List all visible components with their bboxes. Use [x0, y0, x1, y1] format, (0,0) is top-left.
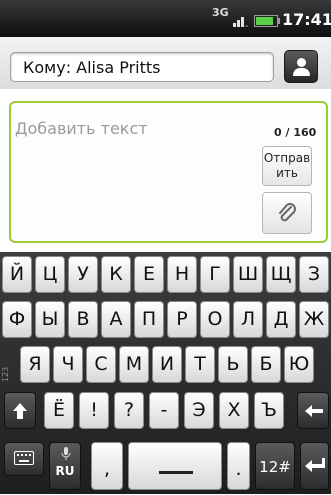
- key-9[interactable]: Щ: [266, 256, 296, 293]
- key-8[interactable]: Ш: [233, 256, 263, 293]
- key-3[interactable]: У: [68, 256, 98, 293]
- key-10[interactable]: Ж: [299, 301, 329, 338]
- key-1[interactable]: Ф: [2, 301, 32, 338]
- keyboard-icon: [14, 451, 34, 465]
- key-1[interactable]: Й: [2, 256, 32, 293]
- space-key[interactable]: [128, 442, 222, 490]
- key-3[interactable]: В: [68, 301, 98, 338]
- recipient-field[interactable]: Кому: Alisa Pritts: [10, 52, 274, 82]
- add-contact-button[interactable]: [284, 50, 318, 83]
- key-5[interactable]: Э: [184, 392, 214, 429]
- send-button[interactable]: Отправ ить: [262, 146, 312, 186]
- keyboard: 123 ЙЦУКЕНГШЩЗ ФЫВАПРОЛДЖ ЯЧСМИТЬБЮ Ё!? -…: [0, 252, 331, 494]
- send-label-line1: Отправ: [263, 151, 311, 165]
- backspace-icon: [305, 405, 323, 417]
- key-4[interactable]: К: [101, 256, 131, 293]
- key-5[interactable]: И: [152, 346, 182, 383]
- send-label-line2: ить: [276, 166, 298, 180]
- language-label: RU: [55, 464, 75, 478]
- language-key[interactable]: RU: [49, 442, 81, 490]
- key-2[interactable]: Ы: [35, 301, 65, 338]
- battery-icon: [254, 15, 280, 27]
- key-6[interactable]: Х: [219, 392, 249, 429]
- keyboard-side-label: 123: [1, 366, 10, 382]
- key-4[interactable]: М: [119, 346, 149, 383]
- key-7[interactable]: Ъ: [254, 392, 284, 429]
- period-key[interactable]: .: [227, 442, 250, 490]
- key-1[interactable]: Ё: [44, 392, 74, 429]
- recipient-text: Кому: Alisa Pritts: [23, 58, 161, 77]
- key-7[interactable]: Ь: [218, 346, 248, 383]
- microphone-icon: [61, 447, 71, 460]
- attach-button[interactable]: [262, 192, 312, 234]
- key-8[interactable]: Л: [233, 301, 263, 338]
- signal-icon: [233, 13, 248, 27]
- char-counter: 0 / 160: [274, 126, 317, 139]
- key-3[interactable]: С: [86, 346, 116, 383]
- key-1[interactable]: Я: [20, 346, 50, 383]
- enter-key[interactable]: [300, 442, 329, 490]
- keyboard-settings-key[interactable]: [4, 442, 44, 476]
- clock: 17:41: [282, 10, 331, 29]
- key-8[interactable]: Б: [251, 346, 281, 383]
- recipient-bar: Кому: Alisa Pritts: [0, 37, 331, 89]
- key-9[interactable]: Д: [266, 301, 296, 338]
- key-2[interactable]: !: [79, 392, 109, 429]
- key-6[interactable]: Н: [167, 256, 197, 293]
- person-icon: [297, 58, 306, 67]
- key-3[interactable]: ?: [114, 392, 144, 429]
- key-9[interactable]: Ю: [284, 346, 314, 383]
- key-2[interactable]: Ч: [53, 346, 83, 383]
- key-6[interactable]: Р: [167, 301, 197, 338]
- key-5[interactable]: П: [134, 301, 164, 338]
- network-type: 3G: [212, 6, 229, 19]
- key-2[interactable]: Ц: [35, 256, 65, 293]
- key-10[interactable]: З: [299, 256, 329, 293]
- key-5[interactable]: Е: [134, 256, 164, 293]
- key-4[interactable]: А: [101, 301, 131, 338]
- shift-arrow-icon: [13, 403, 27, 419]
- numbers-key[interactable]: 12#: [255, 442, 295, 490]
- comma-key[interactable]: ,: [91, 442, 123, 490]
- paperclip-icon: [279, 203, 296, 222]
- backspace-key[interactable]: [297, 392, 329, 429]
- message-placeholder: Добавить текст: [15, 119, 148, 138]
- shift-key[interactable]: [4, 392, 36, 429]
- status-bar: 3G 17:41: [0, 0, 331, 37]
- key-7[interactable]: Г: [200, 256, 230, 293]
- key-6[interactable]: Т: [185, 346, 215, 383]
- key-4[interactable]: -: [149, 392, 179, 429]
- key-7[interactable]: О: [200, 301, 230, 338]
- enter-icon: [305, 458, 325, 472]
- space-icon: [159, 471, 193, 474]
